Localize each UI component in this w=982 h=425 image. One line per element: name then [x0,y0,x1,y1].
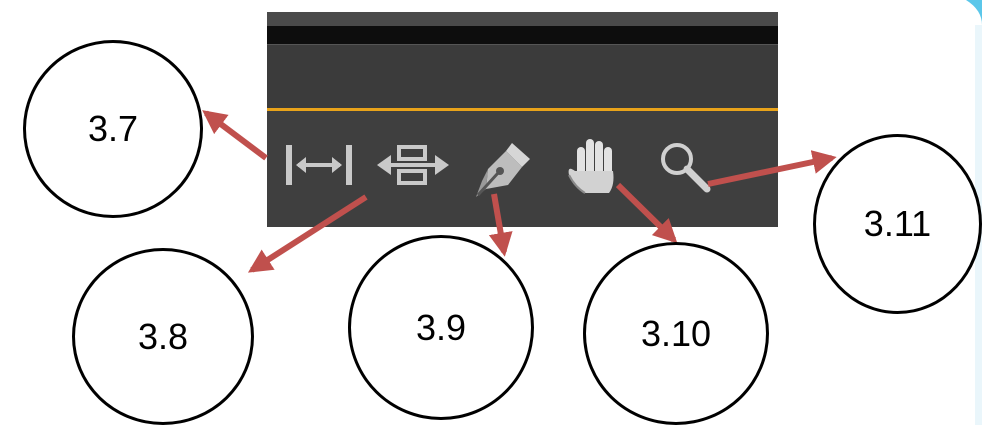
callout-label: 3.7 [87,108,139,149]
arrow-3-10 [615,182,678,244]
callout-label: 3.9 [415,306,467,348]
callout-label: 3.11 [863,203,932,244]
callout-3-7: 3.7 [23,40,203,218]
callout-label: 3.10 [640,312,712,354]
arrow-3-9 [488,193,513,257]
callout-3-11: 3.11 [813,134,982,314]
callout-3-10: 3.10 [583,242,769,425]
arrow-3-11 [707,150,837,187]
callout-3-9: 3.9 [348,235,534,420]
arrow-3-8 [247,194,368,273]
callout-label: 3.8 [137,315,189,357]
callout-3-8: 3.8 [72,248,254,425]
arrow-3-7 [202,110,268,161]
